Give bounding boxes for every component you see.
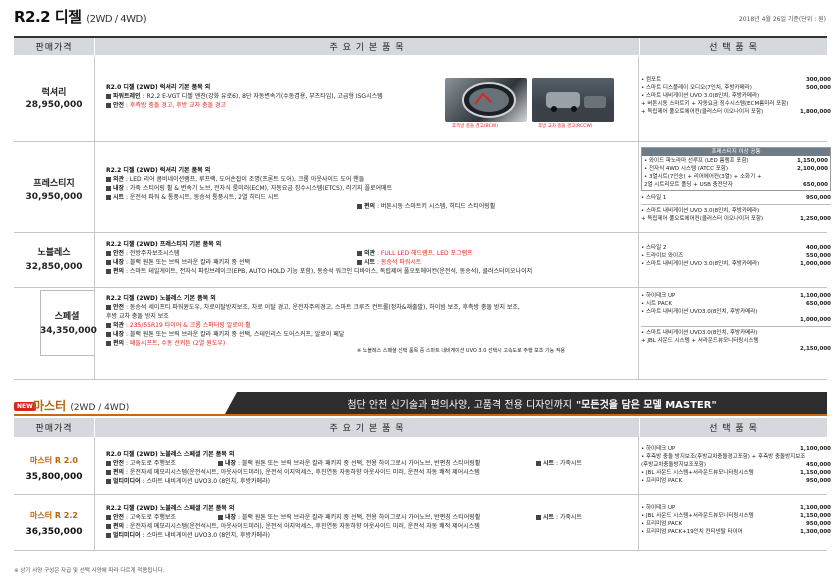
options-luxury: • 컴포트 300,000 • 스마트 디스플레이 오디오(7인치, 후방카메라)…: [641, 77, 831, 115]
options-noblesse: • 스타일 2 400,000 • 드라이브 와이즈 550,000 • 스마트 내…: [641, 245, 831, 267]
options-master22: • 하이테크 UP 1,100,000 • JBL 사운드 시스템+서라운드뷰모니…: [641, 505, 831, 535]
basic-items-right: 외관 : FULL LED 헤드램프, LED 포그램프 시트 : 동승석 파워…: [357, 249, 473, 267]
trim-price: 36,350,000: [25, 527, 83, 537]
basic-items-mid: 내장 : 블랙 원톤 또는 브릭 브라운 칼라 패키지 중 선택, 전용 하이그…: [218, 459, 480, 468]
basic-items-extra: 편의 : 버튼시동 스마트키 시스템, 히티드 스티어링휠: [357, 202, 495, 211]
trim-price: 34,350,000: [40, 326, 97, 336]
basic-items: R2.0 디젤 (2WD) 노블레스 스페셜 기본 품목 외 안전 : 고속도로…: [106, 451, 480, 485]
basic-items-right: 시트 : 가죽시트: [536, 513, 582, 522]
basic-items: R2.2 디젤 (2WD) 노블레스 스페셜 기본 품목 외 안전 : 고속도로…: [106, 505, 480, 539]
trim-price: 35,800,000: [25, 472, 83, 482]
trim-name: 마스터 R 2.2: [30, 511, 78, 520]
master-banner: 첨단 안전 신기술과 편의사양, 고품격 전용 디자인까지 "모든것을 담은 모델…: [225, 392, 827, 414]
trim-price: 30,950,000: [25, 192, 83, 202]
trim-name: 스페셜: [54, 312, 80, 322]
col-option: 선 택 품 목: [639, 38, 827, 55]
master-table-header: 판매가격 주 요 기 본 품 목 선 택 품 목: [14, 418, 827, 437]
trim-name: 노블레스: [37, 248, 71, 258]
basic-items: R2.0 디젤 (2WD) 럭셔리 기본 품목 외 파워트레인 : R2.2 E…: [106, 84, 383, 109]
footnote: ※ 상기 사양 구성은 자급 및 선택 사양에 따라 다르게 적용됩니다.: [14, 568, 165, 574]
photo-caption: 후측방 충돌 경고(BCW): [452, 124, 498, 129]
special-note: ※ 노블레스 스페셜 선택 품목 중 스마트 내비게이션 UVO 3.0 선택시…: [357, 348, 565, 354]
trim-name: 마스터 R 2.0: [30, 456, 78, 465]
table-header: 판매가격 주 요 기 본 품 목 선 택 품 목: [14, 36, 827, 55]
options-special: • 하이테크 UP 1,100,000 • 시트 PACK 650,000 • 스마…: [641, 293, 831, 352]
master-title: 마스터 (2WD / 4WD): [33, 399, 130, 413]
photo-caption: 후방 교차 충돌 경고(RCCW): [538, 124, 593, 129]
page-title: R2.2 디젤 (2WD / 4WD): [14, 8, 147, 26]
options-prestige: 프레스티지 이상 공통 • 와이드 파노라마 선루프 (LED 룸램프 포함) 1…: [641, 147, 831, 222]
trim-name: 럭셔리: [41, 88, 67, 98]
rccw-photo: [532, 78, 614, 122]
basic-items: R2.2 디젤 (2WD) 노블레스 기본 품목 외 안전 : 동승석 세이프티…: [106, 295, 520, 347]
date-note: 2018년 4월 26일 기준(단위 : 원): [738, 16, 826, 23]
options-master20: • 하이테크 UP 1,100,000 • 후측방 충돌 방지보조(후방교차충돌경…: [641, 446, 831, 484]
trim-name: 프레스티지: [33, 179, 75, 189]
basic-items-right: 시트 : 가죽시트: [536, 459, 582, 468]
col-price: 판매가격: [35, 43, 73, 53]
basic-items-mid: 내장 : 블랙 원톤 또는 브릭 브라운 칼라 패키지 중 선택, 전용 하이그…: [218, 513, 480, 522]
basic-items: R2.2 디젤 (2WD) 럭셔리 기본 품목 외 외관 : LED 리어 콤비…: [106, 167, 393, 201]
col-basic: 주 요 기 본 품 목: [94, 38, 639, 55]
bcw-photo: [445, 78, 527, 122]
trim-price: 28,950,000: [25, 100, 83, 110]
trim-price: 32,850,000: [25, 262, 83, 272]
